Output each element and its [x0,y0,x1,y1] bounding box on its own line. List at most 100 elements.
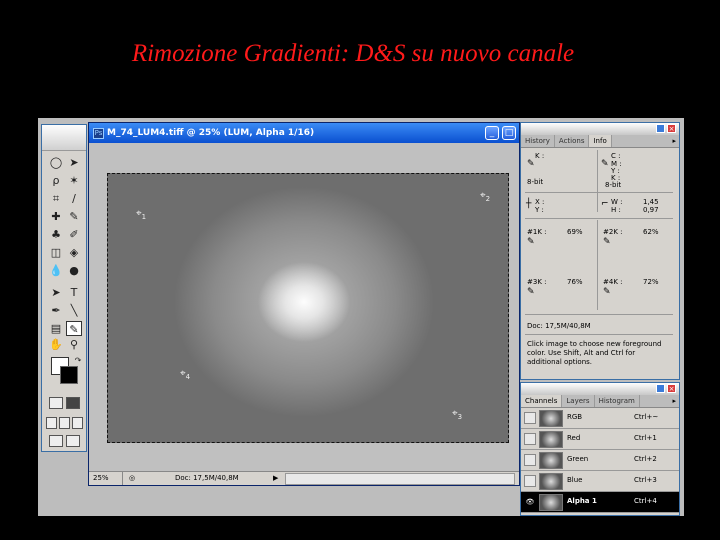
clone-stamp-tool-icon[interactable]: ♣ [48,227,64,242]
channel-row-green[interactable]: Green Ctrl+2 [521,450,679,471]
eyedropper-icon: ✎ [527,159,535,169]
visibility-toggle[interactable] [524,454,536,466]
visibility-toggle[interactable] [524,412,536,424]
status-menu-icon[interactable]: ◎ [129,472,135,485]
lasso-tool-icon[interactable]: ρ [48,173,64,188]
screen-mode-standard-button[interactable] [46,417,57,429]
sampler-4-value: 72% [643,278,659,286]
toolbox-header [42,125,86,151]
channel-shortcut: Ctrl+2 [634,455,657,463]
info-palette-tabs: History Actions Info ▸ [521,135,679,148]
channel-row-red[interactable]: Red Ctrl+1 [521,429,679,450]
quick-mask-mode-button[interactable] [66,397,80,409]
palette-close-button[interactable]: × [667,124,676,133]
info-separator [525,334,673,335]
screen-mode-full-button[interactable] [72,417,83,429]
tab-info[interactable]: Info [589,135,612,147]
info-palette: × History Actions Info ▸ K : ✎ 8-bit C :… [520,122,680,380]
channel-name: Green [567,455,589,463]
info-separator [525,218,673,219]
crosshair-icon: ┼ [526,199,532,209]
palette-menu-icon[interactable]: ▸ [672,395,676,407]
channel-name: Blue [567,476,583,484]
blur-tool-icon[interactable]: 💧 [48,263,64,278]
channel-row-rgb[interactable]: RGB Ctrl+~ [521,408,679,429]
tab-histogram[interactable]: Histogram [595,395,640,407]
eyedropper-icon: ✎ [601,159,609,169]
history-brush-tool-icon[interactable]: ✐ [66,227,82,242]
screen-mode-full-menu-button[interactable] [59,417,70,429]
zoom-level[interactable]: 25% [93,472,123,485]
tab-channels[interactable]: Channels [521,395,563,407]
sampler-2-label: #2K : [603,228,623,236]
eye-icon[interactable]: 👁 [524,496,536,508]
status-arrow-icon[interactable]: ▶ [273,472,278,485]
info-h-label: H : [611,206,621,214]
move-tool-icon[interactable]: ➤ [66,155,82,170]
path-selection-tool-icon[interactable]: ➤ [48,285,64,300]
info-divider [597,150,598,212]
jump-to-button[interactable] [66,435,80,447]
eraser-tool-icon[interactable]: ◫ [48,245,64,260]
horizontal-scrollbar[interactable] [285,473,515,485]
crop-tool-icon[interactable]: ⌗ [48,191,64,206]
document-titlebar[interactable]: Ps M_74_LUM4.tiff @ 25% (LUM, Alpha 1/16… [89,123,519,143]
background-color-swatch[interactable] [60,366,78,384]
notes-tool-icon[interactable]: ▤ [48,321,64,336]
sampler-2-value: 62% [643,228,659,236]
color-sampler-1[interactable]: ⌖1 [136,208,146,221]
sampler-1-value: 69% [567,228,583,236]
brush-tool-icon[interactable]: ✎ [66,209,82,224]
visibility-toggle[interactable] [524,433,536,445]
tab-actions[interactable]: Actions [555,135,590,147]
doc-size: Doc: 17,5M/40,8M [175,474,239,482]
channel-thumbnail [539,452,563,469]
info-bit-right: 8-bit [605,181,622,189]
paint-bucket-tool-icon[interactable]: ◈ [66,245,82,260]
visibility-toggle[interactable] [524,475,536,487]
color-sampler-3[interactable]: ⌖3 [452,408,462,421]
color-sampler-4[interactable]: ⌖4 [180,368,190,381]
pen-tool-icon[interactable]: ✒ [48,303,64,318]
minimize-button[interactable]: _ [485,126,499,140]
channel-thumbnail [539,410,563,427]
channel-shortcut: Ctrl+~ [634,413,659,421]
magic-wand-tool-icon[interactable]: ✶ [66,173,82,188]
tab-history[interactable]: History [521,135,555,147]
standard-mode-button[interactable] [49,397,63,409]
info-divider [597,220,598,310]
zoom-tool-icon[interactable]: ⚲ [66,337,82,352]
type-tool-icon[interactable]: T [66,285,82,300]
palette-close-button[interactable]: × [667,384,676,393]
healing-brush-tool-icon[interactable]: ✚ [48,209,64,224]
channel-row-alpha-1[interactable]: 👁 Alpha 1 Ctrl+4 [521,492,679,513]
channel-row-blue[interactable]: Blue Ctrl+3 [521,471,679,492]
marquee-tool-icon[interactable]: ◯ [48,155,64,170]
tab-layers[interactable]: Layers [562,395,595,407]
photoshop-document-icon: Ps [93,127,104,139]
info-h-value: 0,97 [643,206,659,214]
line-tool-icon[interactable]: ╲ [66,303,82,318]
eyedropper-tool-icon[interactable]: ✎ [66,321,82,336]
dodge-tool-icon[interactable]: ● [66,263,82,278]
channel-name: RGB [567,413,583,421]
swap-colors-icon[interactable]: ↷ [70,353,86,368]
info-y-label: Y : [535,206,544,214]
hand-tool-icon[interactable]: ✋ [48,337,64,352]
info-palette-header[interactable]: × [521,123,679,135]
channel-name: Red [567,434,581,442]
palette-minimize-button[interactable] [656,384,665,393]
color-sampler-2[interactable]: ⌖2 [480,190,490,203]
toolbox: ◯ ➤ ρ ✶ ⌗ ∕ ✚ ✎ ♣ ✐ ◫ ◈ 💧 ● ➤ T ✒ ╲ ▤ ✎ … [41,124,87,452]
palette-minimize-button[interactable] [656,124,665,133]
image-canvas[interactable]: ⌖1 ⌖2 ⌖3 ⌖4 [107,173,509,443]
info-bit-left: 8-bit [527,178,544,186]
info-hint-text: Click image to choose new foreground col… [527,340,662,366]
palette-menu-icon[interactable]: ▸ [672,135,676,147]
slice-tool-icon[interactable]: ∕ [66,191,82,206]
channels-palette-header[interactable]: × [521,383,679,395]
image-ready-button[interactable] [49,435,63,447]
maximize-button[interactable]: □ [502,126,516,140]
channel-thumbnail [539,494,563,511]
channel-name: Alpha 1 [567,497,597,505]
